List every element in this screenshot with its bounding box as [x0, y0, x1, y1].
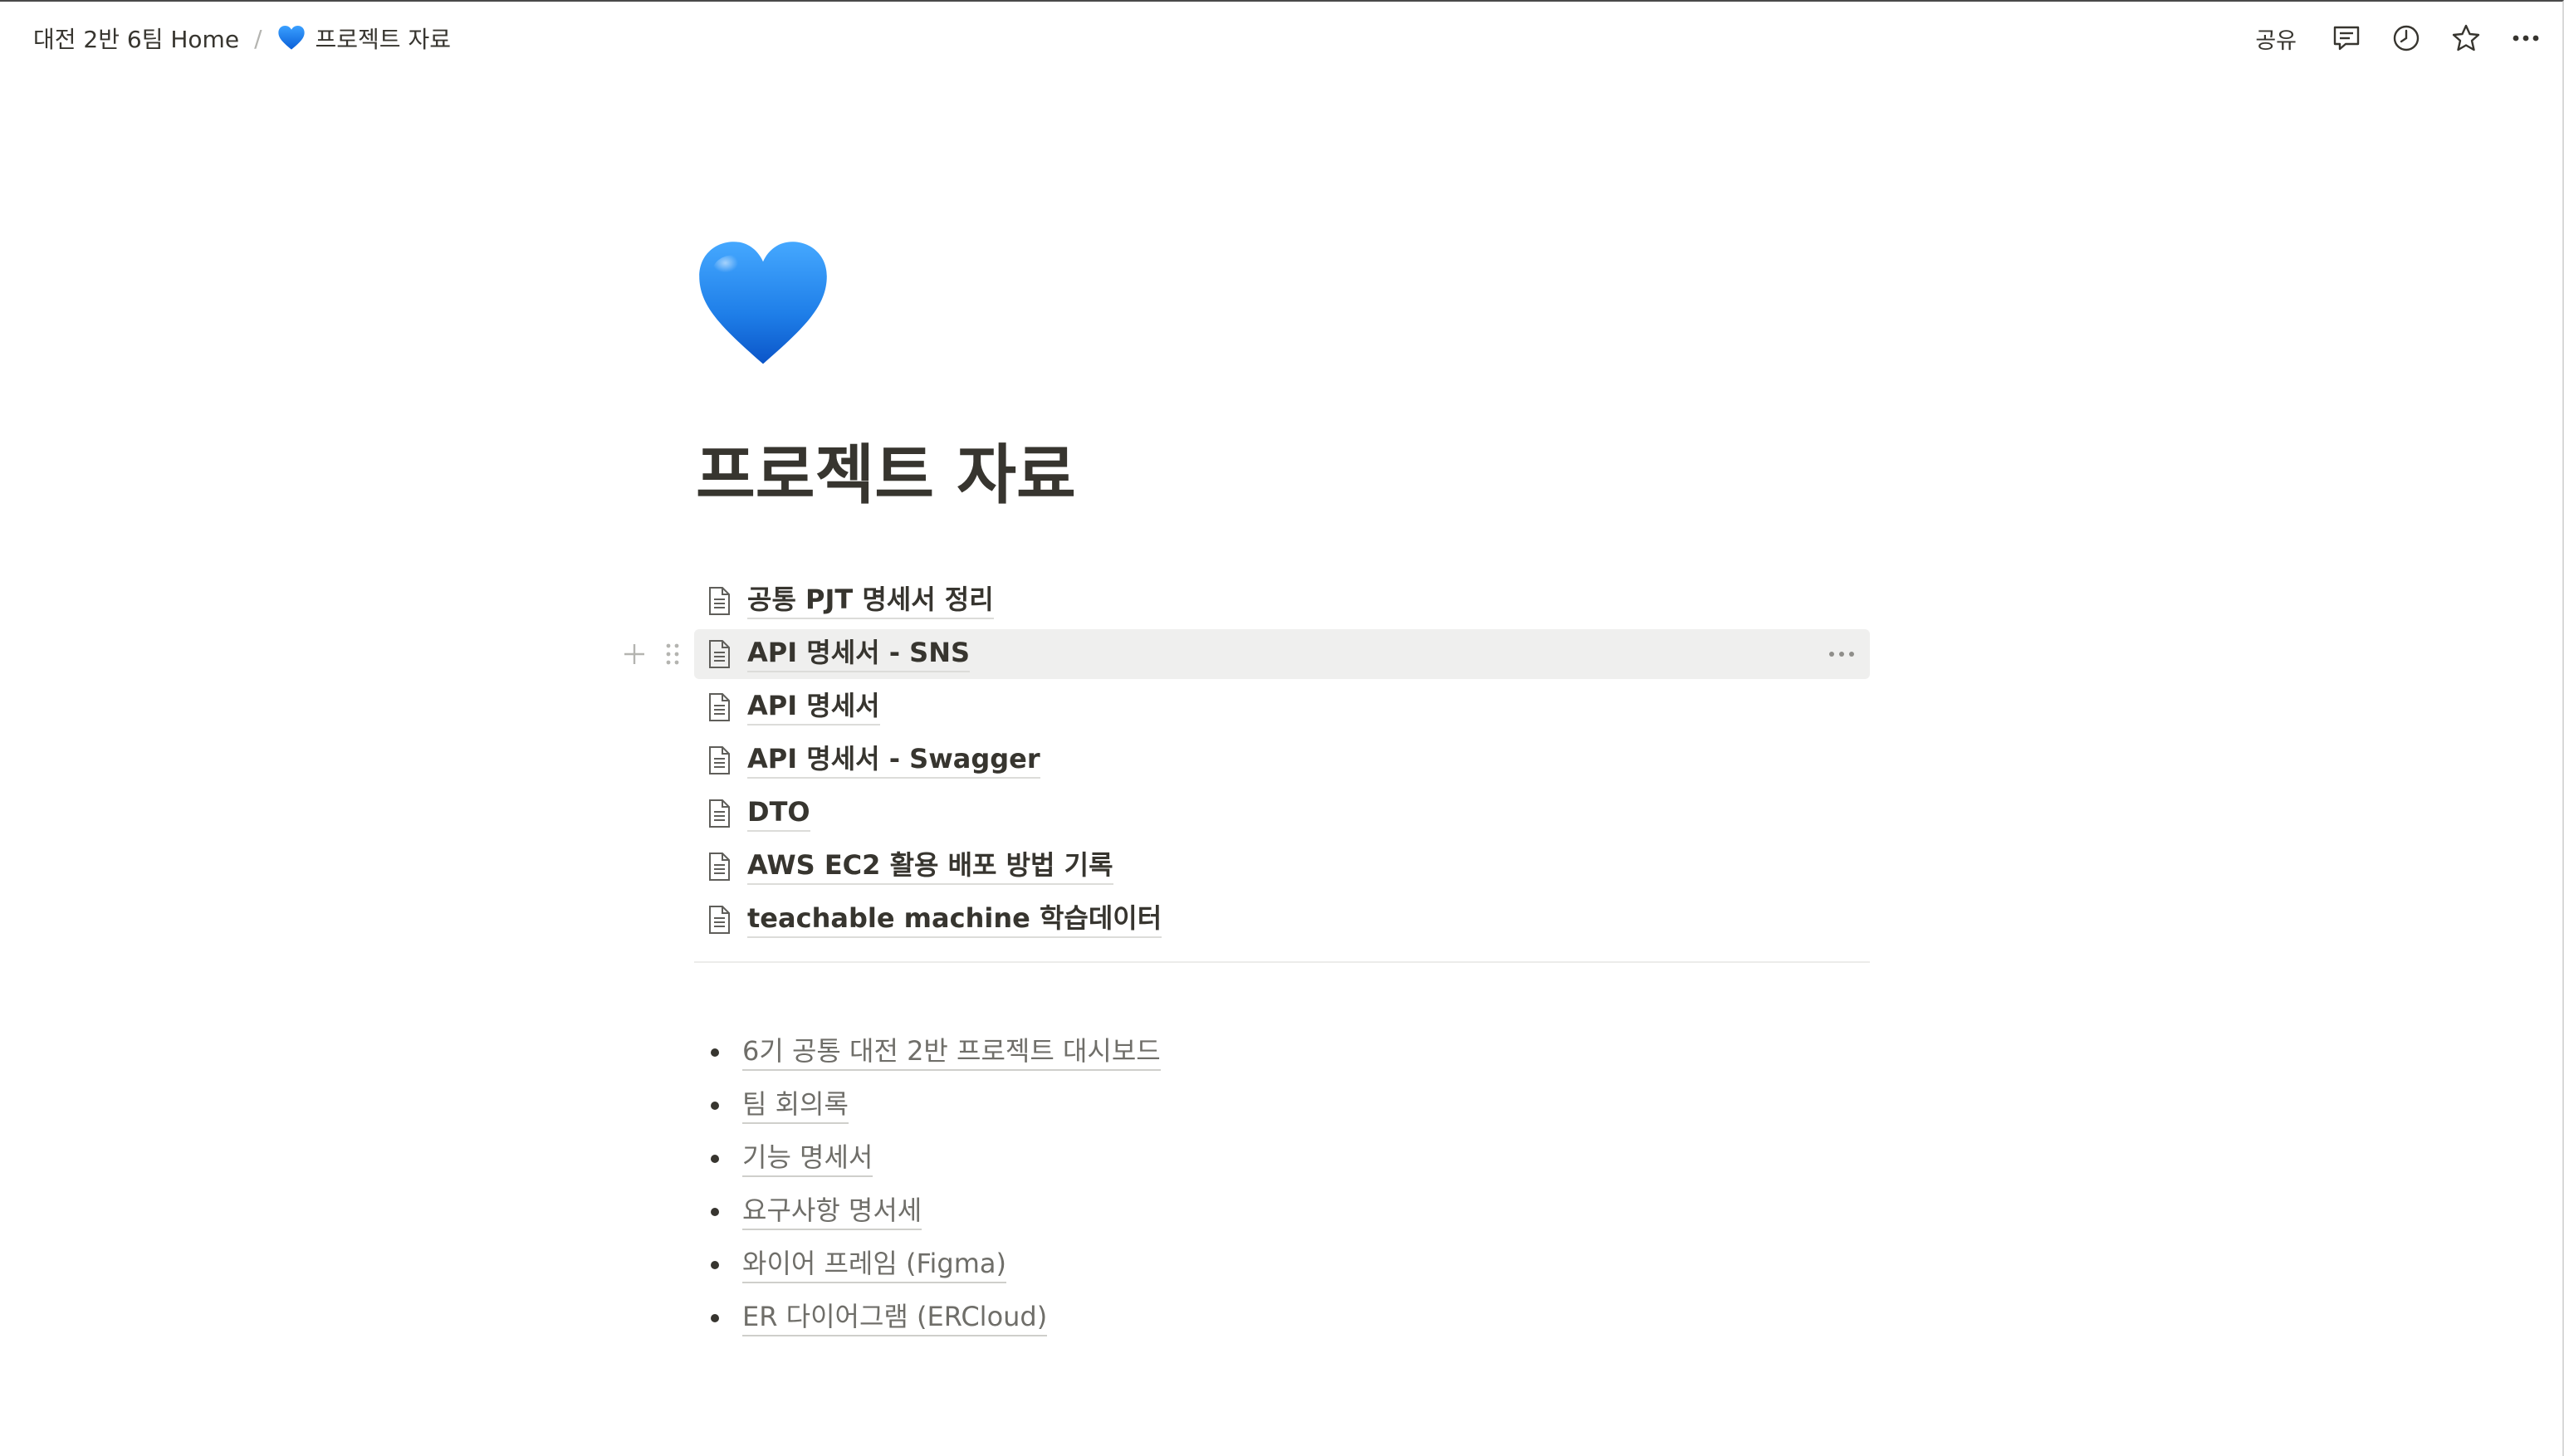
top-actions: 공유 — [2247, 17, 2544, 60]
subpage-label: AWS EC2 활용 배포 방법 기록 — [747, 848, 1113, 885]
subpage-item[interactable]: API 명세서 - SNS — [624, 629, 1870, 679]
divider — [694, 961, 1870, 963]
list-item: 와이어 프레임 (Figma) — [694, 1240, 1870, 1290]
bullet-icon — [711, 1208, 719, 1216]
list-item: 팀 회의록 — [694, 1081, 1870, 1131]
page-document-icon — [709, 799, 730, 828]
subpage-list: 공통 PJT 명세서 정리 API 명세서 - SNS API 명세서 API … — [624, 576, 1870, 948]
subpage-item[interactable]: 공통 PJT 명세서 정리 — [694, 576, 1870, 626]
link[interactable]: 요구사항 명서세 — [742, 1194, 922, 1230]
blue-heart-icon — [277, 26, 305, 50]
drag-handle-icon[interactable] — [658, 636, 687, 672]
list-item: 6기 공통 대전 2반 프로젝트 대시보드 — [694, 1028, 1870, 1077]
link[interactable]: ER 다이어그램 (ERCloud) — [742, 1300, 1048, 1336]
more-options-icon[interactable] — [2508, 20, 2544, 56]
bullet-icon — [711, 1314, 719, 1322]
link[interactable]: 6기 공통 대전 2반 프로젝트 대시보드 — [742, 1034, 1161, 1071]
subpage-label: DTO — [747, 795, 810, 832]
list-item: 기능 명세서 — [694, 1134, 1870, 1184]
page-document-icon — [709, 693, 730, 721]
add-block-plus-icon[interactable] — [619, 636, 649, 672]
subpage-label: API 명세서 — [747, 689, 880, 726]
row-more-options-icon[interactable] — [1825, 638, 1858, 671]
link[interactable]: 팀 회의록 — [742, 1087, 849, 1124]
link-list: 6기 공통 대전 2반 프로젝트 대시보드 팀 회의록 기능 명세서 요구사항 … — [694, 1028, 1870, 1346]
breadcrumb: 대전 2반 6팀 Home / 프로젝트 자료 — [30, 17, 454, 60]
subpage-item[interactable]: AWS EC2 활용 배포 방법 기록 — [694, 842, 1870, 892]
subpage-label: 공통 PJT 명세서 정리 — [747, 583, 994, 619]
history-clock-icon[interactable] — [2388, 20, 2425, 56]
bullet-icon — [711, 1155, 719, 1163]
bullet-icon — [711, 1102, 719, 1110]
page-document-icon — [709, 906, 730, 934]
subpage-item[interactable]: teachable machine 학습데이터 — [694, 895, 1870, 945]
subpage-item[interactable]: API 명세서 - Swagger — [694, 735, 1870, 785]
page-document-icon — [709, 587, 730, 615]
breadcrumb-home-label: 대전 2반 6팀 Home — [33, 26, 240, 53]
list-item: 요구사항 명서세 — [694, 1187, 1870, 1237]
comment-icon[interactable] — [2328, 20, 2365, 56]
breadcrumb-current-label: 프로젝트 자료 — [315, 26, 451, 53]
favorite-star-icon[interactable] — [2448, 20, 2484, 56]
subpage-label: API 명세서 - Swagger — [747, 742, 1040, 779]
block-handles — [619, 636, 687, 672]
topbar: 대전 2반 6팀 Home / 프로젝트 자료 공유 — [0, 2, 2564, 75]
page-document-icon — [709, 640, 730, 668]
link[interactable]: 와이어 프레임 (Figma) — [742, 1247, 1007, 1283]
breadcrumb-separator: / — [254, 24, 262, 52]
page-document-icon — [709, 853, 730, 881]
link[interactable]: 기능 명세서 — [742, 1141, 873, 1177]
bullet-icon — [711, 1048, 719, 1057]
subpage-item[interactable]: API 명세서 — [694, 682, 1870, 732]
subpage-item[interactable]: DTO — [694, 789, 1870, 838]
subpage-label: API 명세서 - SNS — [747, 636, 971, 672]
bullet-icon — [711, 1261, 719, 1269]
breadcrumb-item-home[interactable]: 대전 2반 6팀 Home — [30, 17, 242, 60]
share-button[interactable]: 공유 — [2247, 17, 2305, 60]
page-document-icon — [709, 746, 730, 774]
list-item: ER 다이어그램 (ERCloud) — [694, 1293, 1870, 1343]
page-title[interactable]: 프로젝트 자료 — [696, 423, 1076, 516]
breadcrumb-item-current[interactable]: 프로젝트 자료 — [274, 17, 454, 60]
page-blue-heart-icon[interactable] — [696, 239, 830, 372]
subpage-label: teachable machine 학습데이터 — [747, 901, 1162, 938]
